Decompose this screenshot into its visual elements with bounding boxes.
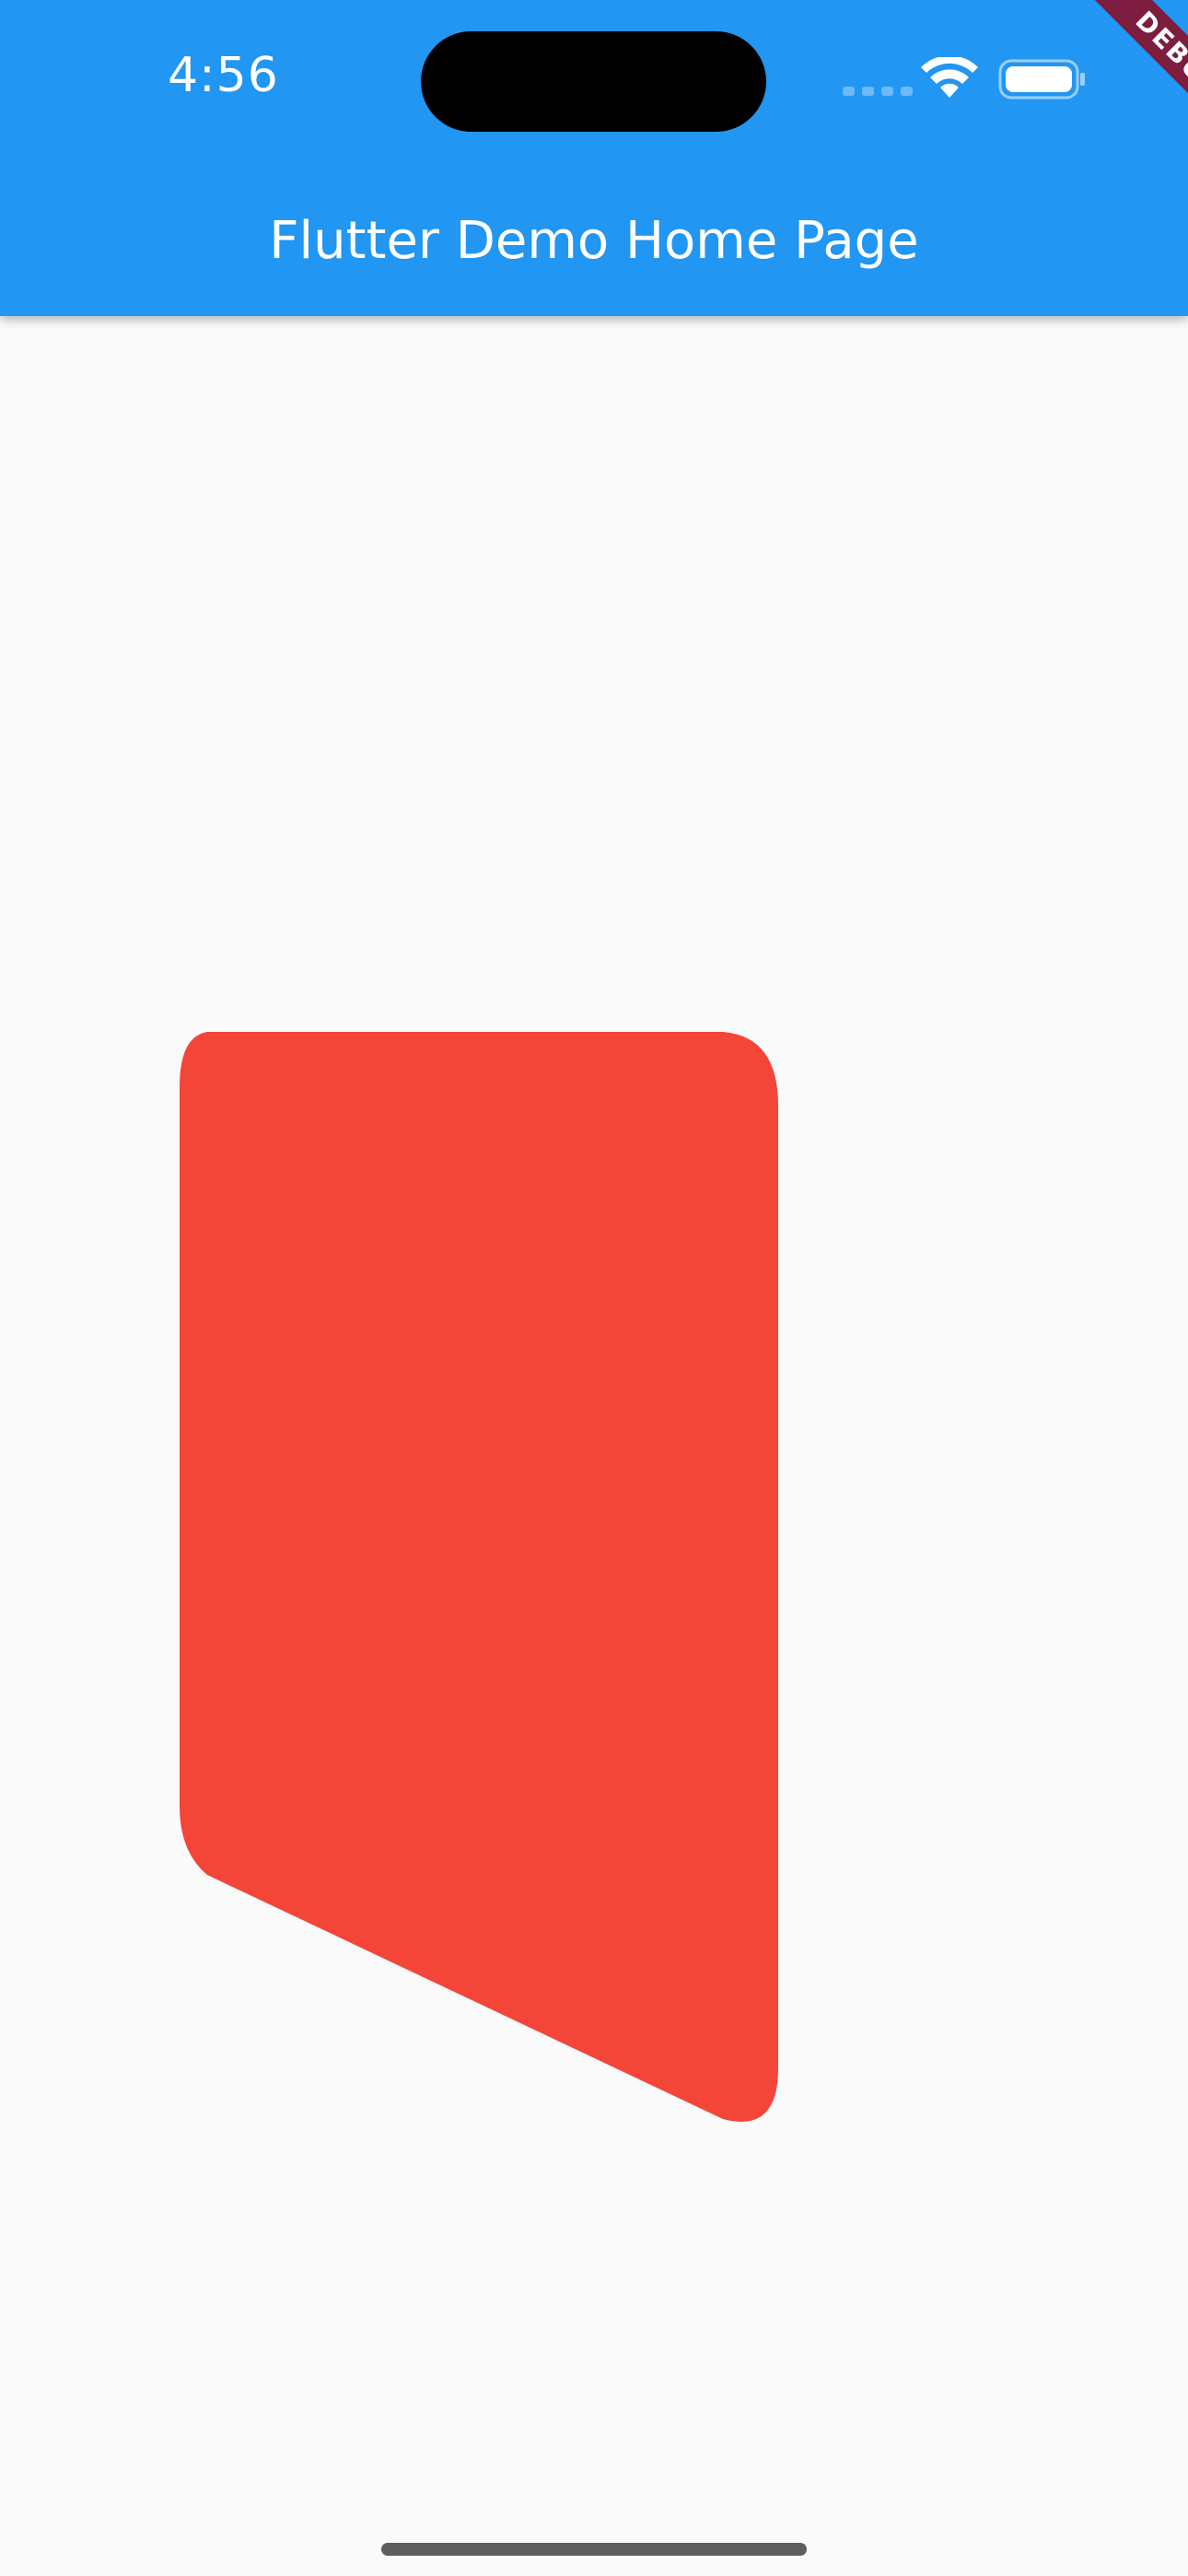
debug-banner-label: DEBUG (1066, 0, 1188, 157)
debug-banner: DEBUG (1031, 0, 1188, 157)
red-shape (180, 1032, 778, 2122)
page-title: Flutter Demo Home Page (269, 211, 919, 271)
cellular-signal-icon (843, 87, 913, 96)
status-time: 4:56 (168, 48, 279, 103)
home-indicator[interactable] (381, 2543, 807, 2556)
dynamic-island (421, 31, 766, 132)
app-bar: 4:56 Flutter Demo Home Page (0, 0, 1188, 316)
wifi-icon (921, 57, 978, 98)
